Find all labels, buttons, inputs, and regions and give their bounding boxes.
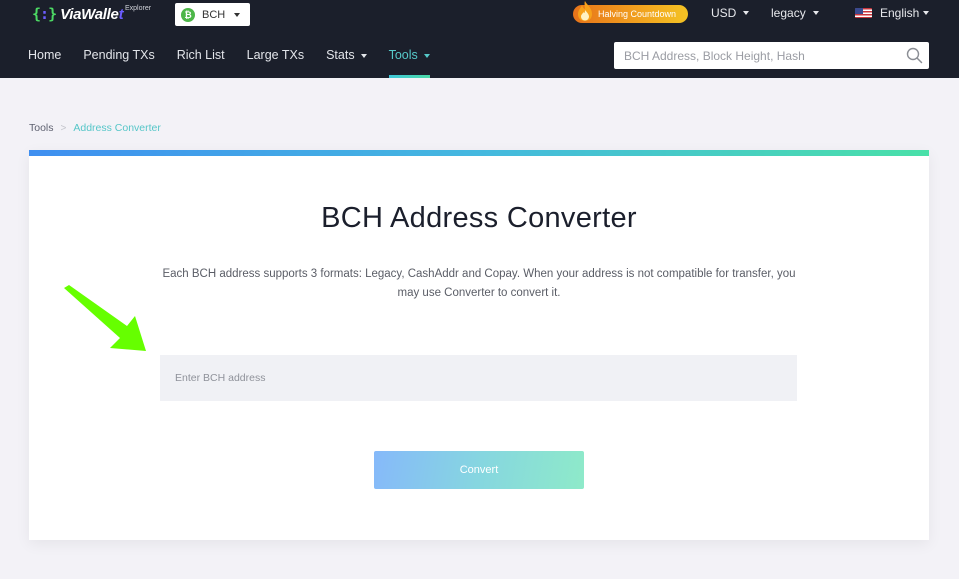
chevron-down-icon <box>923 11 930 15</box>
nav-item-label: Home <box>28 48 62 62</box>
nav-item-large-txs[interactable]: Large TXs <box>247 48 304 78</box>
language-value: English <box>880 6 920 20</box>
chevron-down-icon <box>360 54 367 58</box>
nav-item-label: Tools <box>388 48 418 62</box>
language-dropdown[interactable]: English <box>855 6 930 20</box>
halving-countdown-button[interactable]: Halving Countdown <box>573 1 688 23</box>
chevron-down-icon <box>743 11 750 15</box>
coin-selector[interactable]: ₿ BCH <box>175 3 250 26</box>
convert-button[interactable]: Convert <box>374 451 584 489</box>
nav-item-tools[interactable]: Tools <box>388 48 430 78</box>
logo-subtitle: Explorer <box>125 5 152 12</box>
search-icon[interactable] <box>906 47 923 64</box>
nav-item-label: Pending TXs <box>83 48 155 62</box>
us-flag-icon <box>855 8 872 18</box>
nav-item-rich-list[interactable]: Rich List <box>177 48 225 78</box>
card-accent-bar <box>29 150 929 156</box>
address-format-value: legacy <box>771 6 806 20</box>
breadcrumb-tools[interactable]: Tools <box>29 122 54 134</box>
annotation-arrow-icon <box>64 285 146 351</box>
converter-card: BCH Address Converter Each BCH address s… <box>29 150 929 540</box>
chevron-down-icon <box>234 12 241 17</box>
converter-description: Each BCH address supports 3 formats: Leg… <box>162 268 796 299</box>
top-header: {:} ViaWallet Explorer ₿ BCH Halving Cou… <box>0 0 959 78</box>
viawallet-logo[interactable]: {:} ViaWallet <box>32 3 124 25</box>
logo-text: ViaWallet <box>60 5 124 23</box>
nav-item-pending-txs[interactable]: Pending TXs <box>83 48 154 78</box>
nav-item-home[interactable]: Home <box>28 48 61 78</box>
chevron-down-icon <box>812 11 819 15</box>
nav-item-label: Large TXs <box>246 48 305 62</box>
logo-mark-icon: {:} <box>32 5 57 23</box>
breadcrumb-current: Address Converter <box>73 122 161 134</box>
main-nav: Home Pending TXs Rich List Large TXs Sta… <box>28 48 452 78</box>
bch-address-input[interactable] <box>160 355 797 401</box>
chevron-right-icon: > <box>60 122 67 134</box>
coin-selector-value: BCH <box>202 8 226 21</box>
currency-dropdown[interactable]: USD <box>711 6 750 20</box>
bitcoin-cash-icon: ₿ <box>181 7 195 22</box>
chevron-down-icon <box>423 54 430 58</box>
nav-item-label: Stats <box>326 48 355 62</box>
flame-icon <box>578 1 592 21</box>
currency-value: USD <box>711 6 737 20</box>
nav-item-label: Rich List <box>176 48 225 62</box>
search-input[interactable] <box>614 48 899 63</box>
page-title: BCH Address Converter <box>321 202 637 234</box>
halving-countdown-label: Halving Countdown <box>598 9 677 19</box>
nav-item-stats[interactable]: Stats <box>326 48 367 78</box>
breadcrumb: Tools > Address Converter <box>29 122 161 134</box>
search-box <box>614 42 929 69</box>
address-format-dropdown[interactable]: legacy <box>771 6 819 20</box>
